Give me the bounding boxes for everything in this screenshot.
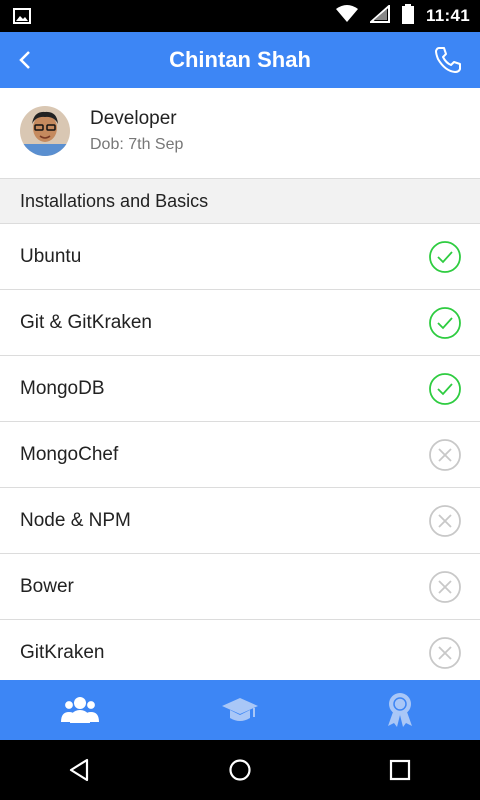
bottom-nav: [0, 677, 480, 740]
list-item[interactable]: GitKraken: [0, 620, 480, 680]
x-circle-icon[interactable]: [428, 504, 462, 538]
item-label: MongoChef: [20, 443, 119, 465]
system-nav-bar: [0, 740, 480, 800]
page-title: Chintan Shah: [169, 47, 311, 72]
list-item[interactable]: Git & GitKraken: [0, 290, 480, 356]
list-item[interactable]: Node & NPM: [0, 488, 480, 554]
tab-team[interactable]: [0, 677, 160, 740]
list-item[interactable]: MongoChef: [0, 422, 480, 488]
checklist: Ubuntu Git & GitKraken MongoDB MongoChef…: [0, 224, 480, 680]
avatar: [20, 106, 70, 156]
x-circle-icon[interactable]: [428, 438, 462, 472]
nav-home-button[interactable]: [210, 740, 270, 800]
item-label: Git & GitKraken: [20, 311, 152, 333]
clock: 11:41: [425, 6, 470, 25]
people-icon: [61, 697, 99, 723]
signal-icon: [368, 3, 390, 28]
app-bar: Chintan Shah: [0, 32, 480, 88]
list-item[interactable]: Bower: [0, 554, 480, 620]
check-circle-icon[interactable]: [428, 240, 462, 274]
triangle-back-icon: [69, 758, 89, 782]
list-item[interactable]: Ubuntu: [0, 224, 480, 290]
image-icon: [12, 6, 32, 26]
item-label: Ubuntu: [20, 245, 82, 267]
check-circle-icon[interactable]: [428, 306, 462, 340]
tab-courses[interactable]: [160, 680, 320, 740]
circle-home-icon: [229, 759, 251, 781]
nav-recents-button[interactable]: [370, 740, 430, 800]
section-header: Installations and Basics: [0, 178, 480, 224]
list-item[interactable]: MongoDB: [0, 356, 480, 422]
nav-back-button[interactable]: [50, 740, 110, 800]
graduation-cap-icon: [222, 698, 258, 721]
status-bar: 11:41: [0, 0, 480, 32]
profile-dob: Dob: 7th Sep: [90, 136, 184, 153]
tab-achievements[interactable]: [320, 680, 480, 740]
item-label: Bower: [20, 575, 74, 597]
x-circle-icon[interactable]: [428, 570, 462, 604]
check-circle-icon[interactable]: [428, 372, 462, 406]
award-icon: [388, 693, 412, 727]
back-arrow-icon: [19, 51, 30, 69]
profile-card: Developer Dob: 7th Sep: [0, 88, 480, 178]
call-button[interactable]: [428, 40, 468, 80]
item-label: MongoDB: [20, 377, 105, 399]
item-label: GitKraken: [20, 641, 105, 663]
battery-icon: [401, 3, 414, 29]
item-label: Node & NPM: [20, 509, 131, 531]
square-recents-icon: [389, 759, 411, 781]
x-circle-icon[interactable]: [428, 636, 462, 670]
profile-role: Developer: [90, 108, 177, 129]
wifi-icon: [335, 4, 358, 28]
phone-icon: [435, 47, 461, 73]
back-button[interactable]: [6, 40, 46, 80]
